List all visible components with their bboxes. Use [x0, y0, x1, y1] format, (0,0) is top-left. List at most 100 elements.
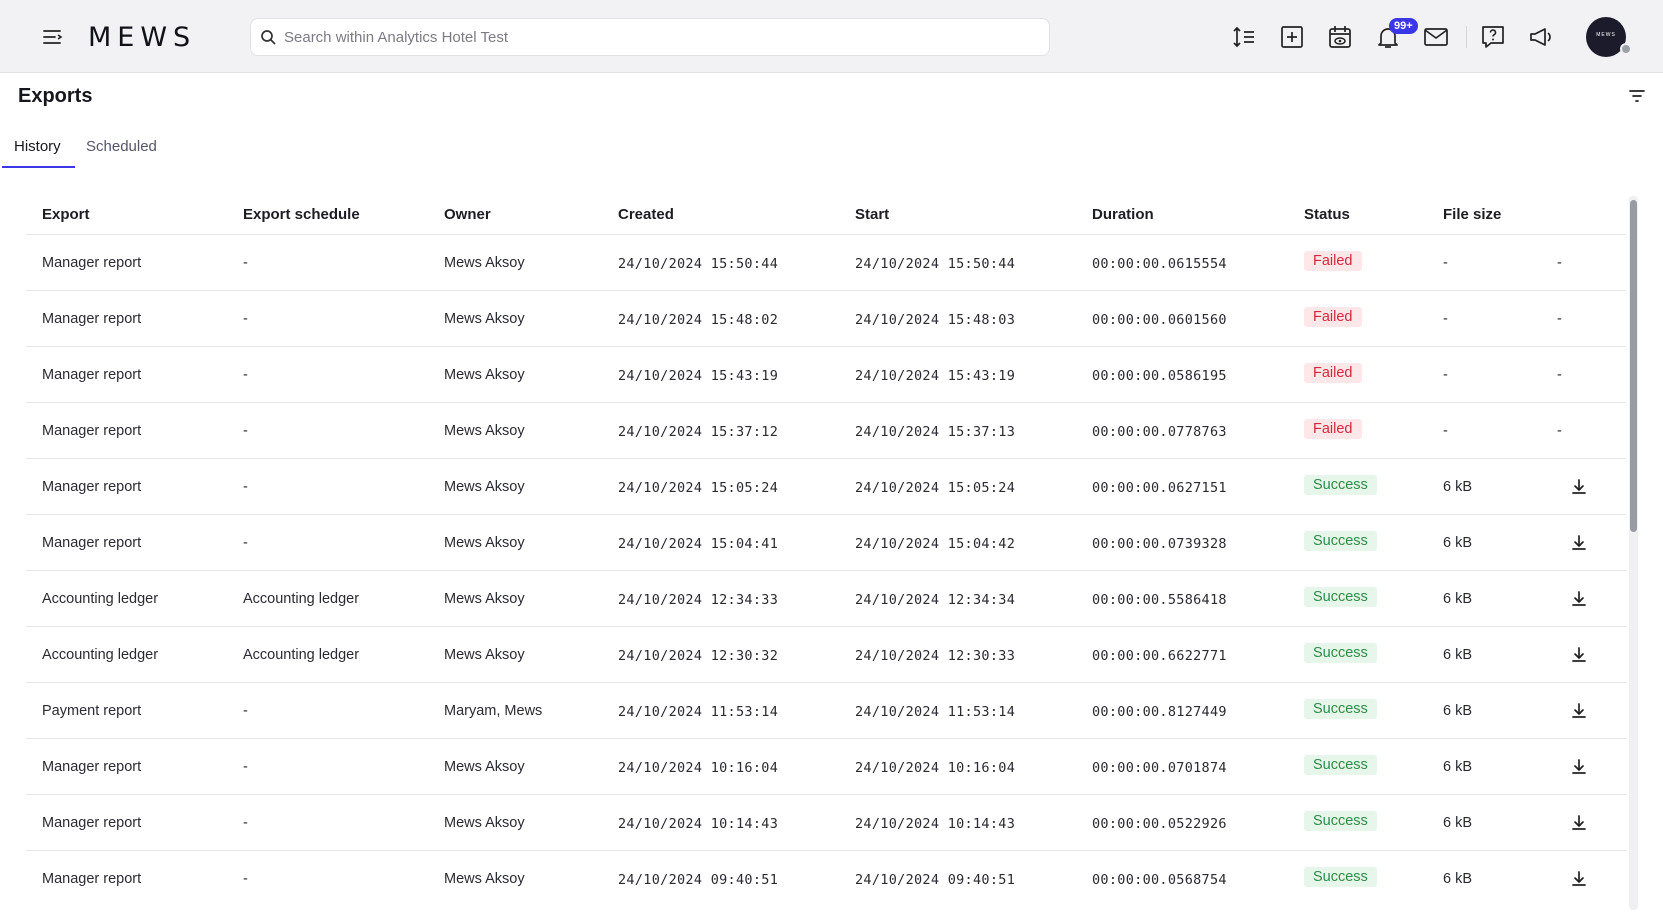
- cell-created: 24/10/2024 12:30:32: [618, 648, 779, 664]
- cell-action: -: [1557, 255, 1562, 271]
- column-header-schedule[interactable]: Export schedule: [243, 206, 360, 223]
- table-row[interactable]: Manager report - Mews Aksoy 24/10/2024 15:0…: [26, 458, 1626, 514]
- cell-duration: 00:00:00.0615554: [1092, 256, 1227, 272]
- page-title: Exports: [18, 85, 93, 107]
- cell-schedule: -: [243, 423, 248, 439]
- cell-schedule: -: [243, 311, 248, 327]
- table-row[interactable]: Manager report - Mews Aksoy 24/10/2024 15:5…: [26, 234, 1626, 290]
- search-input[interactable]: [284, 19, 1044, 55]
- column-header-created[interactable]: Created: [618, 206, 674, 223]
- cell-created: 24/10/2024 15:04:41: [618, 536, 779, 552]
- download-icon[interactable]: [1569, 813, 1589, 833]
- table-row[interactable]: Manager report - Mews Aksoy 24/10/2024 15:4…: [26, 290, 1626, 346]
- cell-file-size: -: [1443, 367, 1448, 383]
- search-icon: [261, 30, 276, 45]
- cell-export: Manager report: [42, 311, 142, 327]
- calendar-view-icon[interactable]: [1327, 24, 1353, 50]
- cell-schedule: Accounting ledger: [243, 647, 360, 663]
- avatar-label: MEWS: [1596, 32, 1616, 38]
- vertical-scrollbar[interactable]: [1629, 196, 1638, 910]
- status-badge: Success: [1304, 755, 1377, 775]
- menu-icon[interactable]: [42, 27, 64, 47]
- status-badge: Failed: [1304, 419, 1362, 439]
- cell-created: 24/10/2024 15:37:12: [618, 424, 779, 440]
- table-row[interactable]: Manager report - Mews Aksoy 24/10/2024 10:1…: [26, 794, 1626, 850]
- table-row[interactable]: Manager report - Mews Aksoy 24/10/2024 15:3…: [26, 402, 1626, 458]
- table-row[interactable]: Payment report - Maryam, Mews 24/10/2024 11…: [26, 682, 1626, 738]
- table-row[interactable]: Manager report - Mews Aksoy 24/10/2024 10:1…: [26, 738, 1626, 794]
- table-row[interactable]: Accounting ledger Accounting ledger Mews A…: [26, 570, 1626, 626]
- mail-icon[interactable]: [1423, 24, 1449, 50]
- cell-duration: 00:00:00.5586418: [1092, 592, 1227, 608]
- cell-schedule: Accounting ledger: [243, 591, 360, 607]
- column-header-status[interactable]: Status: [1304, 206, 1350, 223]
- cell-start: 24/10/2024 15:05:24: [855, 480, 1016, 496]
- scrollbar-thumb[interactable]: [1630, 200, 1637, 532]
- download-icon[interactable]: [1569, 477, 1589, 497]
- download-icon[interactable]: [1569, 645, 1589, 665]
- cell-schedule: -: [243, 871, 248, 887]
- cell-export: Accounting ledger: [42, 647, 159, 663]
- cell-created: 24/10/2024 15:48:02: [618, 312, 779, 328]
- cell-schedule: -: [243, 759, 248, 775]
- tab-history[interactable]: History: [14, 138, 61, 155]
- cell-start: 24/10/2024 15:43:19: [855, 368, 1016, 384]
- cell-start: 24/10/2024 15:48:03: [855, 312, 1016, 328]
- cell-schedule: -: [243, 815, 248, 831]
- download-icon[interactable]: [1569, 701, 1589, 721]
- cell-owner: Mews Aksoy: [444, 479, 525, 495]
- table-row[interactable]: Manager report - Mews Aksoy 24/10/2024 15:4…: [26, 346, 1626, 402]
- status-badge: Success: [1304, 699, 1377, 719]
- cell-action: -: [1557, 423, 1562, 439]
- cell-file-size: 6 kB: [1443, 759, 1473, 775]
- cell-file-size: -: [1443, 311, 1448, 327]
- help-icon[interactable]: [1480, 24, 1506, 50]
- cell-file-size: -: [1443, 423, 1448, 439]
- column-header-duration[interactable]: Duration: [1092, 206, 1154, 223]
- status-badge: Failed: [1304, 307, 1362, 327]
- cell-owner: Mews Aksoy: [444, 591, 525, 607]
- table-row[interactable]: Accounting ledger Accounting ledger Mews A…: [26, 626, 1626, 682]
- cell-action: -: [1557, 311, 1562, 327]
- cell-created: 24/10/2024 15:05:24: [618, 480, 779, 496]
- download-icon[interactable]: [1569, 757, 1589, 777]
- cell-owner: Mews Aksoy: [444, 535, 525, 551]
- cell-owner: Maryam, Mews: [444, 703, 543, 719]
- notification-badge: 99+: [1389, 18, 1418, 34]
- cell-created: 24/10/2024 12:34:33: [618, 592, 779, 608]
- cell-export: Manager report: [42, 423, 142, 439]
- table-row[interactable]: Manager report - Mews Aksoy 24/10/2024 09:4…: [26, 850, 1626, 906]
- announcement-icon[interactable]: [1528, 24, 1554, 50]
- cell-file-size: 6 kB: [1443, 871, 1473, 887]
- column-header-owner[interactable]: Owner: [444, 206, 491, 223]
- cell-owner: Mews Aksoy: [444, 423, 525, 439]
- column-header-file-size[interactable]: File size: [1443, 206, 1501, 223]
- cell-export: Manager report: [42, 759, 142, 775]
- column-header-export[interactable]: Export: [42, 206, 90, 223]
- cell-owner: Mews Aksoy: [444, 647, 525, 663]
- cell-export: Manager report: [42, 367, 142, 383]
- table-row[interactable]: Manager report - Mews Aksoy 24/10/2024 15:0…: [26, 514, 1626, 570]
- cell-start: 24/10/2024 10:14:43: [855, 816, 1016, 832]
- download-icon[interactable]: [1569, 533, 1589, 553]
- cell-duration: 00:00:00.0522926: [1092, 816, 1227, 832]
- tab-scheduled[interactable]: Scheduled: [86, 138, 157, 155]
- cell-duration: 00:00:00.0568754: [1092, 872, 1227, 888]
- cell-export: Payment report: [42, 703, 142, 719]
- search-box[interactable]: [250, 18, 1050, 56]
- download-icon[interactable]: [1569, 869, 1589, 889]
- mews-logo[interactable]: MEWS: [88, 22, 196, 53]
- cell-file-size: -: [1443, 255, 1448, 271]
- cell-schedule: -: [243, 367, 248, 383]
- column-header-start[interactable]: Start: [855, 206, 889, 223]
- download-icon[interactable]: [1569, 589, 1589, 609]
- cell-file-size: 6 kB: [1443, 647, 1473, 663]
- sort-icon[interactable]: [1231, 24, 1257, 50]
- cell-file-size: 6 kB: [1443, 535, 1473, 551]
- cell-start: 24/10/2024 15:37:13: [855, 424, 1016, 440]
- cell-schedule: -: [243, 535, 248, 551]
- status-badge: Success: [1304, 531, 1377, 551]
- add-icon[interactable]: [1279, 24, 1305, 50]
- cell-file-size: 6 kB: [1443, 591, 1473, 607]
- filter-icon[interactable]: [1628, 88, 1646, 104]
